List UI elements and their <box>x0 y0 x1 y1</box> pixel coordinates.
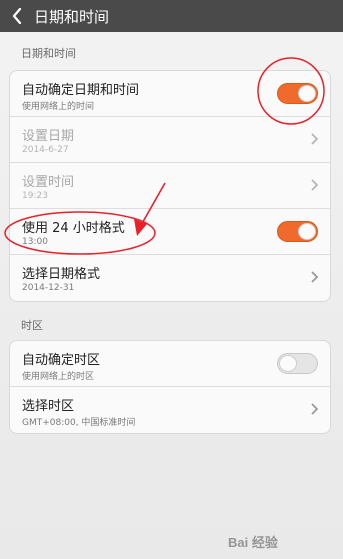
back-button[interactable] <box>0 0 34 32</box>
row-sublabel: 2014-6-27 <box>22 145 69 155</box>
row-label: 选择日期格式 <box>22 267 101 282</box>
use-24h-row[interactable]: 使用 24 小时格式 13:00 <box>10 209 330 255</box>
auto-datetime-toggle[interactable] <box>277 83 318 104</box>
set-date-row[interactable]: 设置日期 2014-6-27 <box>10 117 330 163</box>
title-bar: 日期和时间 <box>0 0 343 32</box>
row-sublabel: 使用网络上的时间 <box>22 102 95 112</box>
row-label: 使用 24 小时格式 <box>22 221 125 236</box>
row-label: 自动确定时区 <box>22 353 101 368</box>
row-label: 选择时区 <box>22 399 75 414</box>
datetime-card: 自动确定日期和时间 使用网络上的时间 设置日期 2014-6-27 设置时间 1… <box>9 70 331 302</box>
chevron-right-icon <box>311 179 318 191</box>
row-sublabel: 2014-12-31 <box>22 283 75 293</box>
row-sublabel: 13:00 <box>22 237 48 247</box>
row-label: 自动确定日期和时间 <box>22 83 140 98</box>
set-time-row[interactable]: 设置时间 19:23 <box>10 163 330 209</box>
date-format-row[interactable]: 选择日期格式 2014-12-31 <box>10 255 330 301</box>
chevron-right-icon <box>311 403 318 415</box>
page-title: 日期和时间 <box>34 7 110 26</box>
toggle-knob <box>298 223 316 240</box>
row-sublabel: 使用网络上的时区 <box>22 372 95 382</box>
row-sublabel: GMT+08:00, 中国标准时间 <box>22 418 136 428</box>
chevron-right-icon <box>311 271 318 283</box>
row-label: 设置日期 <box>22 129 75 144</box>
section-title-datetime: 日期和时间 <box>21 47 76 60</box>
toggle-knob <box>298 85 316 102</box>
timezone-row[interactable]: 选择时区 GMT+08:00, 中国标准时间 <box>10 387 330 433</box>
row-label: 设置时间 <box>22 175 75 190</box>
auto-timezone-toggle[interactable] <box>277 353 318 374</box>
toggle-knob <box>279 355 297 372</box>
section-title-timezone: 时区 <box>21 319 43 332</box>
chevron-right-icon <box>311 133 318 145</box>
use-24h-toggle[interactable] <box>277 221 318 242</box>
timezone-card: 自动确定时区 使用网络上的时区 选择时区 GMT+08:00, 中国标准时间 <box>9 340 331 434</box>
auto-datetime-row[interactable]: 自动确定日期和时间 使用网络上的时间 <box>10 71 330 117</box>
back-arrow-icon <box>12 8 22 24</box>
row-sublabel: 19:23 <box>22 191 48 201</box>
watermark: Bai 经验 <box>228 535 278 550</box>
auto-timezone-row[interactable]: 自动确定时区 使用网络上的时区 <box>10 341 330 387</box>
